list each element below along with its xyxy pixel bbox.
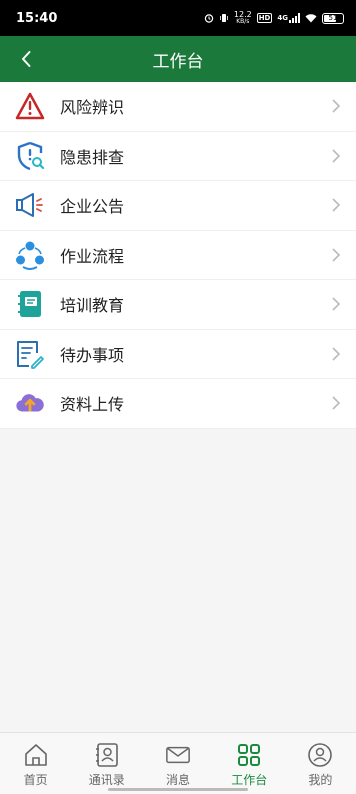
shield-search-icon (15, 141, 45, 171)
menu-item-label: 作业流程 (60, 246, 125, 266)
alarm-icon (204, 13, 214, 23)
tab-contacts[interactable]: 通讯录 (71, 733, 142, 794)
page-title: 工作台 (152, 51, 204, 72)
tab-label: 通讯录 (88, 772, 125, 787)
notebook-icon (15, 289, 45, 319)
tab-label: 首页 (23, 772, 48, 787)
chevron-right-icon (332, 396, 341, 410)
chevron-right-icon (332, 347, 341, 361)
network-speed: 12.2 KB/s (233, 10, 252, 26)
menu-item-label: 风险辨识 (60, 98, 125, 118)
network-speed-value: 12.2 (233, 10, 252, 19)
chevron-right-icon (332, 99, 341, 113)
network-type: 4G (277, 14, 288, 22)
menu-item-risk-identification[interactable]: 风险辨识 (0, 82, 356, 132)
vibrate-icon (219, 13, 229, 23)
home-icon (23, 742, 49, 768)
workflow-icon (15, 240, 45, 270)
chevron-right-icon (332, 149, 341, 163)
warning-triangle-icon (15, 91, 45, 121)
back-button[interactable] (8, 36, 44, 82)
menu-item-work-process[interactable]: 作业流程 (0, 231, 356, 280)
hd-badge: HD (256, 13, 273, 23)
menu-item-hazard-inspection[interactable]: 隐患排查 (0, 132, 356, 181)
tab-label: 消息 (166, 772, 191, 787)
chevron-right-icon (332, 248, 341, 262)
tab-home[interactable]: 首页 (0, 733, 71, 794)
signal-icon: 4G (277, 13, 300, 23)
chevron-right-icon (332, 198, 341, 212)
menu-item-label: 企业公告 (60, 197, 125, 217)
profile-icon (307, 742, 333, 768)
network-speed-unit: KB/s (236, 18, 250, 25)
wifi-icon (305, 13, 317, 23)
status-bar: 15:40 12.2 KB/s HD 4G 51 (0, 0, 356, 36)
cloud-upload-icon (15, 388, 45, 418)
tab-label: 我的 (308, 772, 333, 787)
header-bar: 工作台 (0, 36, 356, 82)
workbench-menu: 风险辨识 隐患排查 企业公告 作业流程 培训教育 待办事项 资料上传 (0, 82, 356, 429)
tab-label: 工作台 (231, 772, 268, 787)
menu-item-label: 待办事项 (60, 345, 125, 365)
menu-item-document-upload[interactable]: 资料上传 (0, 379, 356, 429)
menu-item-label: 隐患排查 (60, 147, 125, 167)
bottom-tab-bar: 首页 通讯录 消息 工作台 我的 (0, 732, 356, 794)
contacts-icon (94, 742, 120, 768)
chevron-right-icon (332, 297, 341, 311)
todo-list-icon (15, 339, 45, 369)
menu-item-label: 资料上传 (60, 395, 125, 415)
status-icons: 12.2 KB/s HD 4G 51 (204, 11, 344, 25)
home-indicator (108, 788, 248, 791)
tab-messages[interactable]: 消息 (142, 733, 213, 794)
menu-item-todo[interactable]: 待办事项 (0, 330, 356, 379)
battery-level: 51 (328, 14, 338, 22)
menu-item-label: 培训教育 (60, 296, 125, 316)
mail-icon (165, 742, 191, 768)
tab-profile[interactable]: 我的 (285, 733, 356, 794)
chevron-left-icon (22, 51, 31, 67)
tab-workbench[interactable]: 工作台 (214, 733, 285, 794)
speaker-icon (15, 190, 45, 220)
battery-icon: 51 (322, 12, 344, 24)
menu-item-company-announcement[interactable]: 企业公告 (0, 181, 356, 231)
grid-icon (236, 742, 262, 768)
status-time: 15:40 (16, 10, 58, 26)
menu-item-training-education[interactable]: 培训教育 (0, 280, 356, 330)
